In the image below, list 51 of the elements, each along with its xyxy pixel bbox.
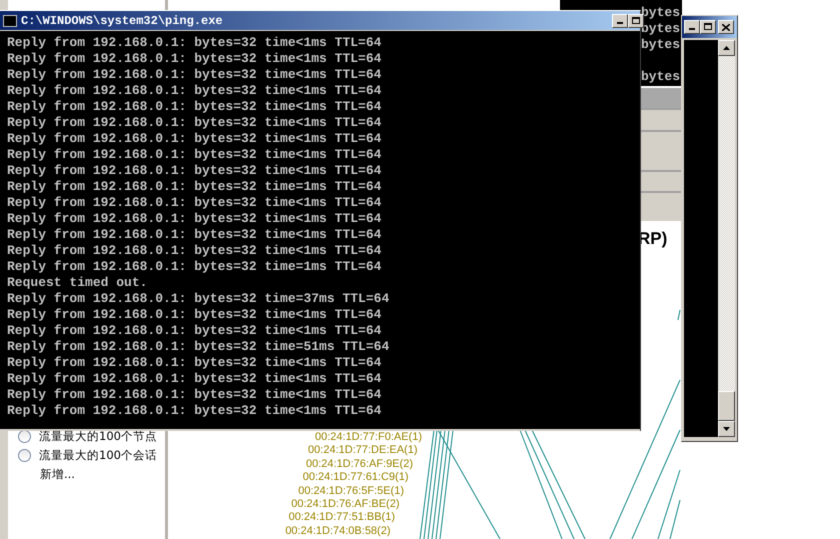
up-arrow-icon	[723, 46, 730, 50]
console-line: Reply from 192.168.0.1: bytes=32 time<1ms TTL=64	[7, 147, 382, 163]
node-label: 00:24:1D:77:61:C9(1)	[302, 471, 408, 485]
console-line: Reply from 192.168.0.1: bytes=32 time<1ms TTL=64	[7, 243, 382, 259]
minimize-button[interactable]	[612, 14, 628, 28]
console-line: Reply from 192.168.0.1: bytes=32 time<1ms TTL=64	[7, 323, 382, 339]
console-line: Reply from 192.168.0.1: bytes=32 time=1ms TTL=64	[7, 179, 382, 195]
console-line: Reply from 192.168.0.1: bytes=32 time<1ms TTL=64	[7, 51, 382, 67]
down-arrow-icon	[723, 427, 730, 431]
node-label: 00:24:1D:76:AF:9E(2)	[306, 458, 413, 472]
minimize-button[interactable]	[684, 20, 700, 34]
console-line: Reply from 192.168.0.1: bytes=32 time<1ms TTL=64	[7, 35, 382, 51]
option-label: 流量最大的100个会话	[39, 448, 157, 463]
console-line: Reply from 192.168.0.1: bytes=32 time<1ms TTL=64	[7, 115, 382, 131]
console-line: Reply from 192.168.0.1: bytes=32 time<1ms TTL=64	[7, 131, 382, 147]
node-label: 00:24:1D:74:0B:58(2)	[285, 524, 390, 538]
scroll-thumb[interactable]	[718, 391, 735, 421]
node-label: 00:24:1D:76:AF:BE(2)	[291, 498, 400, 512]
node-label: 00:24:1D:77:DE:EA(1)	[308, 444, 418, 458]
console-line: bytes	[641, 5, 680, 21]
window-title: C:\WINDOWS\system32\ping.exe	[21, 14, 224, 28]
console-icon	[3, 14, 17, 26]
maximize-button[interactable]	[700, 20, 716, 34]
console-line: bytes	[641, 69, 680, 85]
console-line: Reply from 192.168.0.1: bytes=32 time<1ms TTL=64	[7, 99, 382, 115]
console-line: Reply from 192.168.0.1: bytes=32 time<1ms TTL=64	[7, 355, 382, 371]
node-label: 00:24:1D:77:F0:AE(1)	[314, 431, 422, 444]
console-line: Reply from 192.168.0.1: bytes=32 time=37ms TTL=64	[7, 291, 390, 307]
console-line: Request timed out.	[7, 275, 148, 291]
console-line: Reply from 192.168.0.1: bytes=32 time<1ms TTL=64	[7, 211, 382, 227]
console-line: bytes	[641, 37, 680, 53]
console-line: Reply from 192.168.0.1: bytes=32 time<1ms TTL=64	[7, 67, 382, 83]
node-label: 00:24:1D:76:5F:5E(1)	[298, 484, 404, 498]
console-line: Reply from 192.168.0.1: bytes=32 time<1ms TTL=64	[7, 195, 382, 211]
scrollbar[interactable]	[718, 40, 735, 437]
node-label: 00:24:1D:77:51:BB(1)	[288, 511, 395, 525]
console-line: Reply from 192.168.0.1: bytes=32 time<1ms TTL=64	[7, 403, 382, 419]
console-line: Reply from 192.168.0.1: bytes=32 time<1ms TTL=64	[7, 83, 382, 99]
option-label: 流量最大的100个节点	[39, 429, 157, 444]
console-line: Reply from 192.168.0.1: bytes=32 time<1ms TTL=64	[7, 387, 382, 403]
console-line: Reply from 192.168.0.1: bytes=32 time=1ms TTL=64	[7, 259, 382, 275]
console-line: Reply from 192.168.0.1: bytes=32 time<1ms TTL=64	[7, 307, 382, 323]
close-button[interactable]	[718, 20, 734, 34]
console-line: Reply from 192.168.0.1: bytes=32 time<1ms TTL=64	[7, 163, 382, 179]
add-link[interactable]: 新增...	[40, 467, 157, 482]
console-line: Reply from 192.168.0.1: bytes=32 time<1ms TTL=64	[7, 371, 382, 387]
console-line: Reply from 192.168.0.1: bytes=32 time<1ms TTL=64	[7, 227, 382, 243]
close-icon	[722, 24, 730, 30]
scroll-down-button[interactable]	[718, 421, 735, 437]
console-line: Reply from 192.168.0.1: bytes=32 time=51ms TTL=64	[7, 339, 390, 355]
scroll-up-button[interactable]	[718, 40, 735, 56]
